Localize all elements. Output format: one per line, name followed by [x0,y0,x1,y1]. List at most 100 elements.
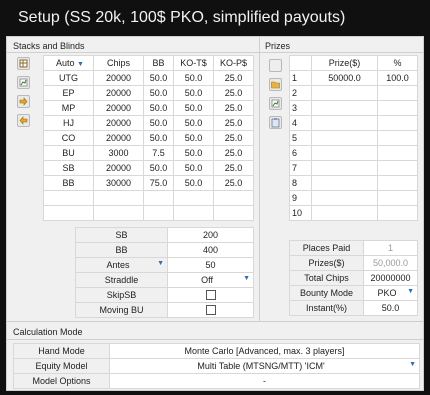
table-row[interactable]: BU 3000 7.5 50.0 25.0 [43,145,254,161]
clipboard-icon[interactable] [269,116,282,129]
movingbu-checkbox[interactable] [205,305,216,316]
table-row-empty[interactable] [43,205,254,221]
straddle-select[interactable]: Off ▼ [167,272,254,288]
percent-cell[interactable] [377,130,418,146]
equity-model-value: Multi Table (MTSNG/MTT) 'ICM' [197,361,325,371]
table-row[interactable]: EP 20000 50.0 50.0 25.0 [43,85,254,101]
prize-cell[interactable] [311,145,378,161]
chips-cell[interactable]: 20000 [93,130,144,146]
ko-t-cell[interactable]: 50.0 [173,175,214,191]
percent-cell[interactable] [377,85,418,101]
chevron-down-icon[interactable]: ▼ [243,275,250,282]
table-row[interactable]: SB 20000 50.0 50.0 25.0 [43,160,254,176]
prize-cell[interactable] [311,190,378,206]
prize-cell[interactable] [311,85,378,101]
table-row[interactable]: 8 [289,175,418,191]
open-folder-icon[interactable] [269,78,282,91]
chevron-down-icon[interactable]: ▼ [409,361,416,368]
table-row[interactable]: 2 [289,85,418,101]
ko-p-cell[interactable]: 25.0 [213,70,254,86]
chips-cell[interactable]: 3000 [93,145,144,161]
blank-tool-button[interactable] [269,59,282,72]
prize-cell[interactable] [311,205,378,221]
equity-model-select[interactable]: Multi Table (MTSNG/MTT) 'ICM' ▼ [109,358,420,374]
hand-mode-label: Hand Mode [13,343,110,359]
column-header-auto[interactable]: Auto ▼ [43,55,94,71]
ko-t-cell[interactable]: 50.0 [173,85,214,101]
ko-p-cell[interactable]: 25.0 [213,130,254,146]
ko-t-cell[interactable]: 50.0 [173,115,214,131]
chips-cell[interactable]: 20000 [93,85,144,101]
percent-cell[interactable] [377,205,418,221]
ko-t-cell[interactable]: 50.0 [173,160,214,176]
table-row[interactable]: 4 [289,115,418,131]
prizes-header-row: Prize($) % [289,55,418,71]
table-row[interactable]: 1 50000.0 100.0 [289,70,418,86]
ko-p-cell[interactable]: 25.0 [213,160,254,176]
antes-input[interactable]: 50 [167,257,254,273]
place-number: 10 [289,205,312,221]
ko-p-cell[interactable]: 25.0 [213,100,254,116]
movingbu-label: Moving BU [75,302,168,318]
percent-cell[interactable]: 100.0 [377,70,418,86]
total-chips-input[interactable]: 20000000 [363,270,418,286]
table-row[interactable]: 6 [289,145,418,161]
bounty-mode-value: PKO [377,288,397,298]
table-row[interactable]: 7 [289,160,418,176]
position-cell: CO [43,130,94,146]
table-row[interactable]: 5 [289,130,418,146]
chips-cell[interactable]: 20000 [93,115,144,131]
skipsb-checkbox[interactable] [205,290,216,301]
percent-cell[interactable] [377,145,418,161]
bounty-mode-select[interactable]: PKO ▼ [363,285,418,301]
prize-cell[interactable] [311,115,378,131]
chips-cell[interactable]: 30000 [93,175,144,191]
percent-cell[interactable] [377,190,418,206]
table-row[interactable]: UTG 20000 50.0 50.0 25.0 [43,70,254,86]
chips-cell[interactable]: 20000 [93,70,144,86]
table-row-empty[interactable] [43,190,254,206]
table-icon[interactable] [17,57,30,70]
ko-t-cell[interactable]: 50.0 [173,130,214,146]
prize-cell[interactable] [311,175,378,191]
arrow-right-icon[interactable] [17,95,30,108]
chips-cell[interactable]: 20000 [93,100,144,116]
hand-mode-select[interactable]: Monte Carlo [Advanced, max. 3 players] [109,343,420,359]
sb-input[interactable]: 200 [167,227,254,243]
ko-p-cell[interactable]: 25.0 [213,145,254,161]
place-number: 1 [289,70,312,86]
ko-t-cell[interactable]: 50.0 [173,100,214,116]
table-row[interactable]: CO 20000 50.0 50.0 25.0 [43,130,254,146]
ko-t-cell[interactable]: 50.0 [173,70,214,86]
bb-input[interactable]: 400 [167,242,254,258]
ko-p-cell[interactable]: 25.0 [213,85,254,101]
table-row[interactable]: MP 20000 50.0 50.0 25.0 [43,100,254,116]
prizes-value: 50,000.0 [363,255,418,271]
chevron-down-icon[interactable]: ▼ [157,260,164,267]
chart-icon[interactable] [269,97,282,110]
percent-cell[interactable] [377,160,418,176]
chips-cell[interactable]: 20000 [93,160,144,176]
prize-cell[interactable] [311,160,378,176]
table-row[interactable]: 9 [289,190,418,206]
prize-cell[interactable]: 50000.0 [311,70,378,86]
ko-p-cell[interactable]: 25.0 [213,115,254,131]
table-row[interactable]: 10 [289,205,418,221]
model-options-value[interactable]: - [109,373,420,389]
table-row[interactable]: BB 30000 75.0 50.0 25.0 [43,175,254,191]
table-row[interactable]: HJ 20000 50.0 50.0 25.0 [43,115,254,131]
percent-cell[interactable] [377,100,418,116]
column-header-chips: Chips [93,55,144,71]
percent-cell[interactable] [377,175,418,191]
antes-label[interactable]: Antes ▼ [75,257,168,273]
prize-cell[interactable] [311,100,378,116]
chevron-down-icon[interactable]: ▼ [407,288,414,295]
arrow-left-icon[interactable] [17,114,30,127]
table-row[interactable]: 3 [289,100,418,116]
percent-cell[interactable] [377,115,418,131]
prize-cell[interactable] [311,130,378,146]
ko-t-cell[interactable]: 50.0 [173,145,214,161]
instant-input[interactable]: 50.0 [363,300,418,316]
chart-icon[interactable] [17,76,30,89]
ko-p-cell[interactable]: 25.0 [213,175,254,191]
